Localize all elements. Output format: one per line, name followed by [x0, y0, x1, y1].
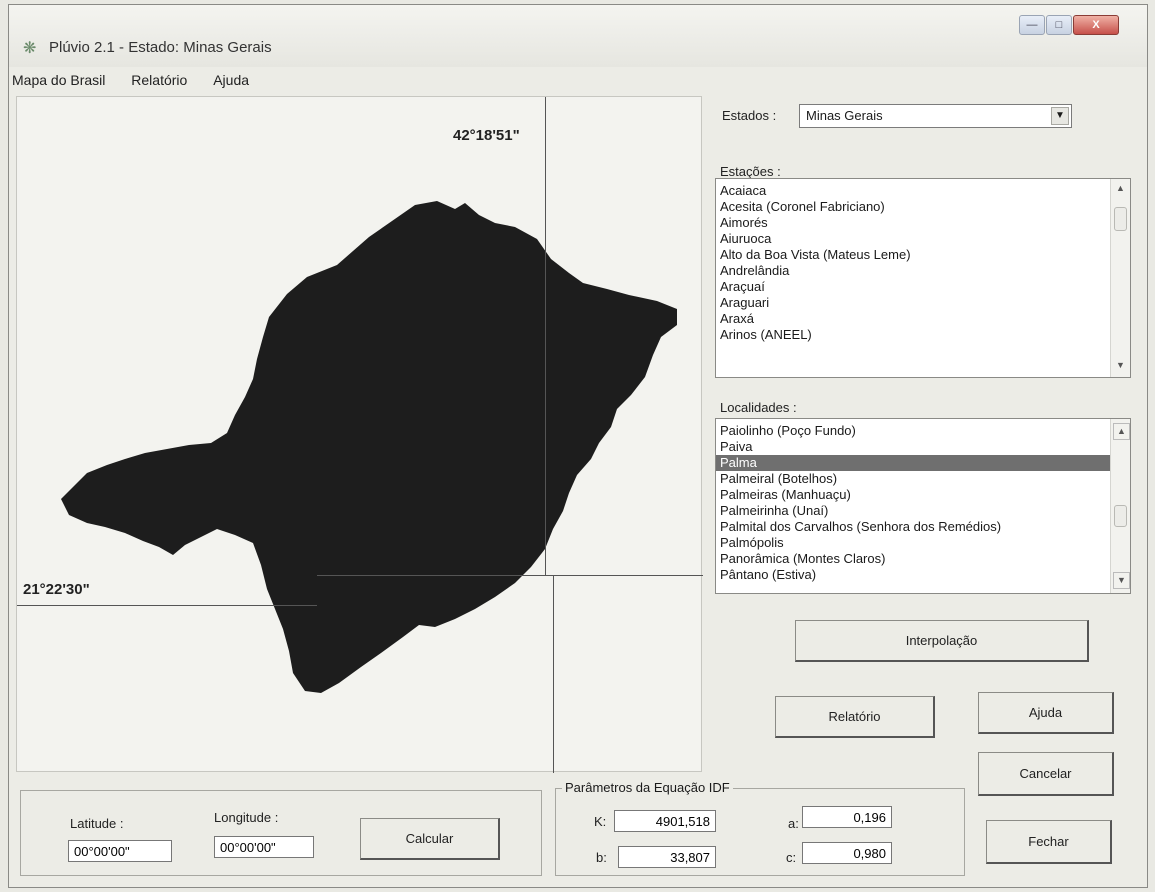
title-bar: ❋ Plúvio 2.1 - Estado: Minas Gerais — □ … [9, 5, 1147, 67]
longitude-input[interactable] [214, 836, 314, 858]
estacoes-list-item[interactable]: Alto da Boa Vista (Mateus Leme) [716, 247, 1130, 263]
calcular-button[interactable]: Calcular [360, 818, 500, 860]
localidades-label: Localidades : [720, 400, 797, 415]
close-button[interactable]: X [1073, 15, 1119, 35]
b-label: b: [596, 850, 607, 865]
k-field[interactable] [614, 810, 716, 832]
longitude-label: Longitude : [214, 810, 279, 825]
latitude-line-left [17, 605, 317, 606]
chevron-down-icon[interactable]: ▼ [1051, 107, 1069, 125]
estacoes-list[interactable]: Acaiaca Acesita (Coronel Fabriciano) Aimor… [715, 178, 1131, 378]
menu-ajuda[interactable]: Ajuda [213, 72, 249, 88]
minimize-button[interactable]: — [1019, 15, 1045, 35]
menu-relatorio[interactable]: Relatório [131, 72, 187, 88]
c-field[interactable] [802, 842, 892, 864]
cancelar-button[interactable]: Cancelar [978, 752, 1114, 796]
menu-mapa-do-brasil[interactable]: Mapa do Brasil [12, 72, 105, 88]
scroll-down-icon[interactable]: ▼ [1113, 358, 1128, 373]
latitude-coordinate-label: 21°22'30" [23, 581, 90, 598]
localidades-list-item[interactable]: Pântano (Estiva) [716, 567, 1130, 583]
localidades-list-item[interactable]: Panorâmica (Montes Claros) [716, 551, 1130, 567]
relatorio-button[interactable]: Relatório [775, 696, 935, 738]
estados-select[interactable]: Minas Gerais ▼ [799, 104, 1072, 128]
longitude-coordinate-label: 42°18'51" [453, 127, 520, 144]
estacoes-list-item[interactable]: Aiuruoca [716, 231, 1130, 247]
localidades-list-item[interactable]: Palmópolis [716, 535, 1130, 551]
idf-params-title: Parâmetros da Equação IDF [562, 780, 733, 795]
app-icon: ❋ [23, 40, 37, 57]
localidades-list-item[interactable]: Palmeiras (Manhuaçu) [716, 487, 1130, 503]
localidades-list[interactable]: Paiolinho (Poço Fundo) Paiva Palma Palmeira… [715, 418, 1131, 594]
scroll-down-icon[interactable]: ▼ [1113, 572, 1130, 589]
b-field[interactable] [618, 846, 716, 868]
estados-selected-value: Minas Gerais [806, 108, 883, 123]
state-map[interactable] [17, 97, 703, 773]
localidades-list-item[interactable]: Paiolinho (Poço Fundo) [716, 423, 1130, 439]
scroll-thumb[interactable] [1114, 505, 1127, 527]
minas-gerais-shape[interactable] [61, 201, 677, 693]
latitude-input[interactable] [68, 840, 172, 862]
fechar-button[interactable]: Fechar [986, 820, 1112, 864]
estacoes-list-item[interactable]: Araçuaí [716, 279, 1130, 295]
localidades-list-item[interactable]: Paiva [716, 439, 1130, 455]
a-label: a: [788, 816, 799, 831]
localidades-scrollbar[interactable]: ▲ ▼ [1110, 419, 1130, 593]
latitude-line-right [317, 575, 703, 576]
estacoes-list-item[interactable]: Andrelândia [716, 263, 1130, 279]
estacoes-list-item[interactable]: Arinos (ANEEL) [716, 327, 1130, 343]
scroll-up-icon[interactable]: ▲ [1113, 181, 1128, 196]
map-panel[interactable]: 42°18'51" 21°22'30" [16, 96, 703, 773]
window-title: Plúvio 2.1 - Estado: Minas Gerais [49, 39, 272, 56]
menu-bar: Mapa do Brasil Relatório Ajuda [0, 72, 700, 96]
localidades-list-item[interactable]: Palmeirinha (Unaí) [716, 503, 1130, 519]
localidades-list-item[interactable]: Palmital dos Carvalhos (Senhora dos Remé… [716, 519, 1130, 535]
longitude-line-lower [553, 575, 554, 773]
estados-label: Estados : [722, 108, 777, 123]
scroll-up-icon[interactable]: ▲ [1113, 423, 1130, 440]
localidades-list-item[interactable]: Palmeiral (Botelhos) [716, 471, 1130, 487]
estacoes-list-item[interactable]: Araguari [716, 295, 1130, 311]
interpolacao-button[interactable]: Interpolação [795, 620, 1089, 662]
c-label: c: [786, 850, 797, 865]
estacoes-list-item[interactable]: Aimorés [716, 215, 1130, 231]
estacoes-label: Estações : [720, 164, 781, 179]
estacoes-scrollbar[interactable]: ▲ ▼ [1110, 179, 1130, 377]
scroll-thumb[interactable] [1114, 207, 1127, 231]
localidades-list-item[interactable]: Palma [716, 455, 1130, 471]
ajuda-button[interactable]: Ajuda [978, 692, 1114, 734]
estacoes-list-item[interactable]: Araxá [716, 311, 1130, 327]
latitude-label: Latitude : [70, 816, 124, 831]
idf-params-group [555, 788, 965, 876]
a-field[interactable] [802, 806, 892, 828]
estacoes-list-item[interactable]: Acaiaca [716, 183, 1130, 199]
maximize-button[interactable]: □ [1046, 15, 1072, 35]
longitude-line-upper [545, 97, 546, 575]
estacoes-list-item[interactable]: Acesita (Coronel Fabriciano) [716, 199, 1130, 215]
k-label: K: [594, 814, 607, 829]
